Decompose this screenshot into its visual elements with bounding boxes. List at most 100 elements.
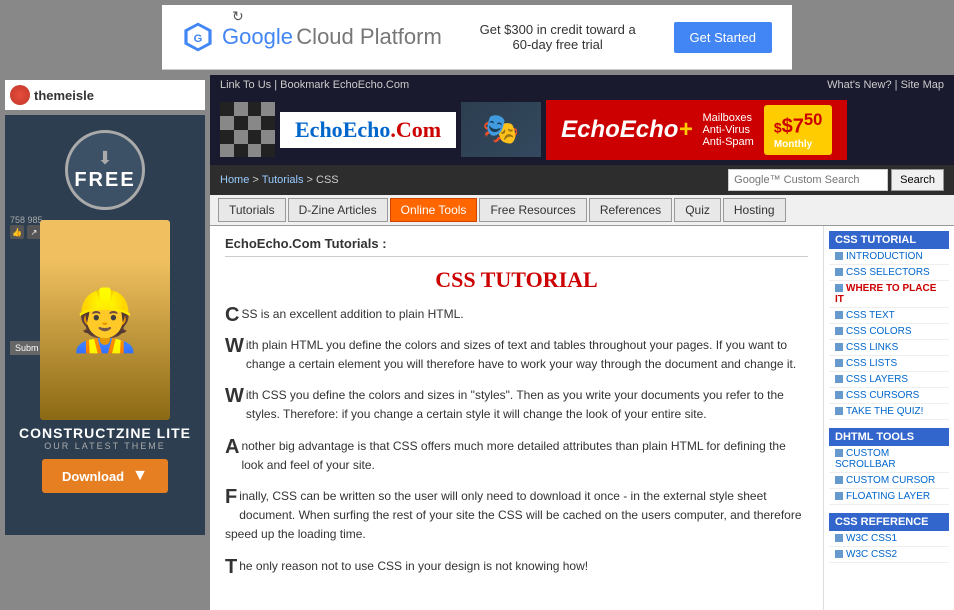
construct-ad: ⬇ FREE 758 985 👍 ↗ Subm 👷 CONSTRUCTZINE … — [5, 115, 205, 535]
mailbox-info: Mailboxes Anti-Virus Anti-Spam — [702, 112, 753, 148]
search-button[interactable]: Search — [891, 169, 944, 191]
css-reference-title: CSS REFERENCE — [829, 513, 949, 531]
right-sidebar: CSS TUTORIAL INTRODUCTION CSS SELECTORS … — [824, 226, 954, 610]
nav-bar: Tutorials D-Zine Articles Online Tools F… — [210, 195, 954, 226]
main-wrapper: themeisle ⬇ FREE 758 985 👍 ↗ Subm 👷 CONS… — [0, 75, 954, 610]
header-links: Link To Us | Bookmark EchoEcho.Com — [220, 79, 409, 91]
sidebar-css-links[interactable]: CSS LINKS — [829, 340, 949, 356]
site-header: Link To Us | Bookmark EchoEcho.Com What'… — [210, 75, 954, 195]
echo2-text: Echo — [343, 117, 391, 142]
dhtml-section: DHTML TOOLS CUSTOM SCROLLBAR CUSTOM CURS… — [829, 428, 949, 505]
breadcrumb: Home > Tutorials > CSS — [220, 174, 339, 186]
article-para-6: The only reason not to use CSS in your d… — [225, 557, 808, 576]
price-cents: 50 — [804, 110, 823, 129]
svg-text:G: G — [194, 33, 203, 45]
whats-new-link[interactable]: What's New? — [827, 79, 891, 91]
header-photo: 🎭 — [461, 102, 541, 157]
header-top-bar: Link To Us | Bookmark EchoEcho.Com What'… — [210, 75, 954, 95]
search-area: Search — [728, 169, 944, 191]
sidebar-floating-layer[interactable]: FLOATING LAYER — [829, 489, 949, 505]
link-icon — [835, 284, 843, 292]
css-tutorial-section-title: CSS TUTORIAL — [829, 231, 949, 249]
nav-hosting[interactable]: Hosting — [723, 198, 786, 222]
drop-cap-3: W — [225, 386, 244, 406]
article-para-3: With CSS you define the colors and sizes… — [225, 386, 808, 424]
themeisle-logo: themeisle — [10, 85, 94, 105]
link-icon — [835, 449, 843, 457]
sidebar-take-quiz[interactable]: TAKE THE QUIZ! — [829, 404, 949, 420]
nav-tutorials[interactable]: Tutorials — [218, 198, 286, 222]
link-to-us-link[interactable]: Link To Us — [220, 79, 271, 91]
echoecho-plus-label: EchoEcho+ — [561, 116, 692, 143]
echoecho-plus-text-area: EchoEcho+ — [561, 116, 692, 144]
sidebar-css-lists[interactable]: CSS LISTS — [829, 356, 949, 372]
search-input[interactable] — [728, 169, 888, 191]
sidebar-custom-cursor[interactable]: CUSTOM CURSOR — [829, 473, 949, 489]
sidebar-css-layers[interactable]: CSS LAYERS — [829, 372, 949, 388]
link-icon — [835, 268, 843, 276]
download-badge-icon: ⬇ — [97, 148, 112, 169]
themeisle-text: themeisle — [34, 88, 94, 103]
nav-references[interactable]: References — [589, 198, 672, 222]
loading-spinner: ↻ — [232, 8, 244, 25]
construct-title: CONSTRUCTZINE LITE — [10, 425, 200, 441]
link-icon — [835, 252, 843, 260]
article-para-1: CSS is an excellent addition to plain HT… — [225, 305, 808, 324]
thumbs-icon: 👍 — [10, 225, 24, 239]
breadcrumb-bar: Home > Tutorials > CSS Search — [210, 165, 954, 195]
sidebar-custom-scrollbar[interactable]: CUSTOM SCROLLBAR — [829, 446, 949, 473]
drop-cap-6: T — [225, 557, 237, 577]
price-dollar: $ — [774, 120, 782, 136]
css-tutorial-heading: CSS TUTORIAL — [225, 267, 808, 293]
nav-dzine[interactable]: D-Zine Articles — [288, 198, 388, 222]
link-icon — [835, 550, 843, 558]
site-map-link[interactable]: Site Map — [901, 79, 944, 91]
sidebar-css-text[interactable]: CSS TEXT — [829, 308, 949, 324]
sidebar-where-to-place[interactable]: WHERE TO PLACE IT — [829, 281, 949, 308]
sidebar-introduction[interactable]: INTRODUCTION — [829, 249, 949, 265]
sidebar-w3c-css2[interactable]: W3C CSS2 — [829, 547, 949, 563]
link-icon — [835, 391, 843, 399]
share-icon: ↗ — [27, 225, 41, 239]
sidebar-css-colors[interactable]: CSS COLORS — [829, 324, 949, 340]
sidebar-css-selectors[interactable]: CSS SELECTORS — [829, 265, 949, 281]
content-area: Link To Us | Bookmark EchoEcho.Com What'… — [210, 75, 954, 610]
tutorials-link[interactable]: Tutorials — [262, 174, 304, 186]
nav-online-tools[interactable]: Online Tools — [390, 198, 478, 222]
link-icon — [835, 343, 843, 351]
echoecho-plus-banner: EchoEcho+ Mailboxes Anti-Virus Anti-Spam… — [546, 100, 847, 160]
echo1-text: Echo — [295, 117, 343, 142]
free-text: FREE — [74, 169, 135, 192]
download-button[interactable]: Download ▼ — [42, 459, 168, 493]
get-started-button[interactable]: Get Started — [674, 22, 772, 53]
top-ad-banner: G Google Cloud Platform Get $300 in cred… — [162, 5, 792, 70]
main-content: EchoEcho.Com Tutorials : CSS TUTORIAL CS… — [210, 226, 954, 610]
google-hexagon-icon: G — [182, 21, 214, 53]
css-reference-section: CSS REFERENCE W3C CSS1 W3C CSS2 — [829, 513, 949, 563]
home-link[interactable]: Home — [220, 174, 249, 186]
header-right-links: What's New? | Site Map — [827, 79, 944, 91]
construct-figure: 👷 — [40, 220, 170, 420]
themeisle-banner: themeisle — [5, 80, 205, 110]
sidebar-w3c-css1[interactable]: W3C CSS1 — [829, 531, 949, 547]
article-area: EchoEcho.Com Tutorials : CSS TUTORIAL CS… — [210, 226, 824, 610]
drop-cap-1: C — [225, 305, 239, 325]
price-badge: $$750 Monthly — [764, 105, 833, 155]
page-number: 758 985 — [10, 215, 43, 225]
left-sidebar: themeisle ⬇ FREE 758 985 👍 ↗ Subm 👷 CONS… — [0, 75, 210, 610]
download-label: Download — [62, 469, 124, 484]
sidebar-css-cursors[interactable]: CSS CURSORS — [829, 388, 949, 404]
nav-free-resources[interactable]: Free Resources — [479, 198, 586, 222]
download-arrow-icon: ▼ — [132, 467, 148, 485]
current-page: CSS — [316, 174, 339, 186]
link-icon — [835, 534, 843, 542]
article-para-2: With plain HTML you define the colors an… — [225, 336, 808, 374]
link-icon — [835, 492, 843, 500]
themeisle-icon — [10, 85, 30, 105]
drop-cap-2: W — [225, 336, 244, 356]
submit-button[interactable]: Subm — [10, 341, 44, 355]
bookmark-link[interactable]: Bookmark EchoEcho.Com — [280, 79, 409, 91]
nav-quiz[interactable]: Quiz — [674, 198, 721, 222]
plus-icon: + — [678, 116, 692, 143]
construct-subtitle: OUR LATEST THEME — [10, 441, 200, 451]
